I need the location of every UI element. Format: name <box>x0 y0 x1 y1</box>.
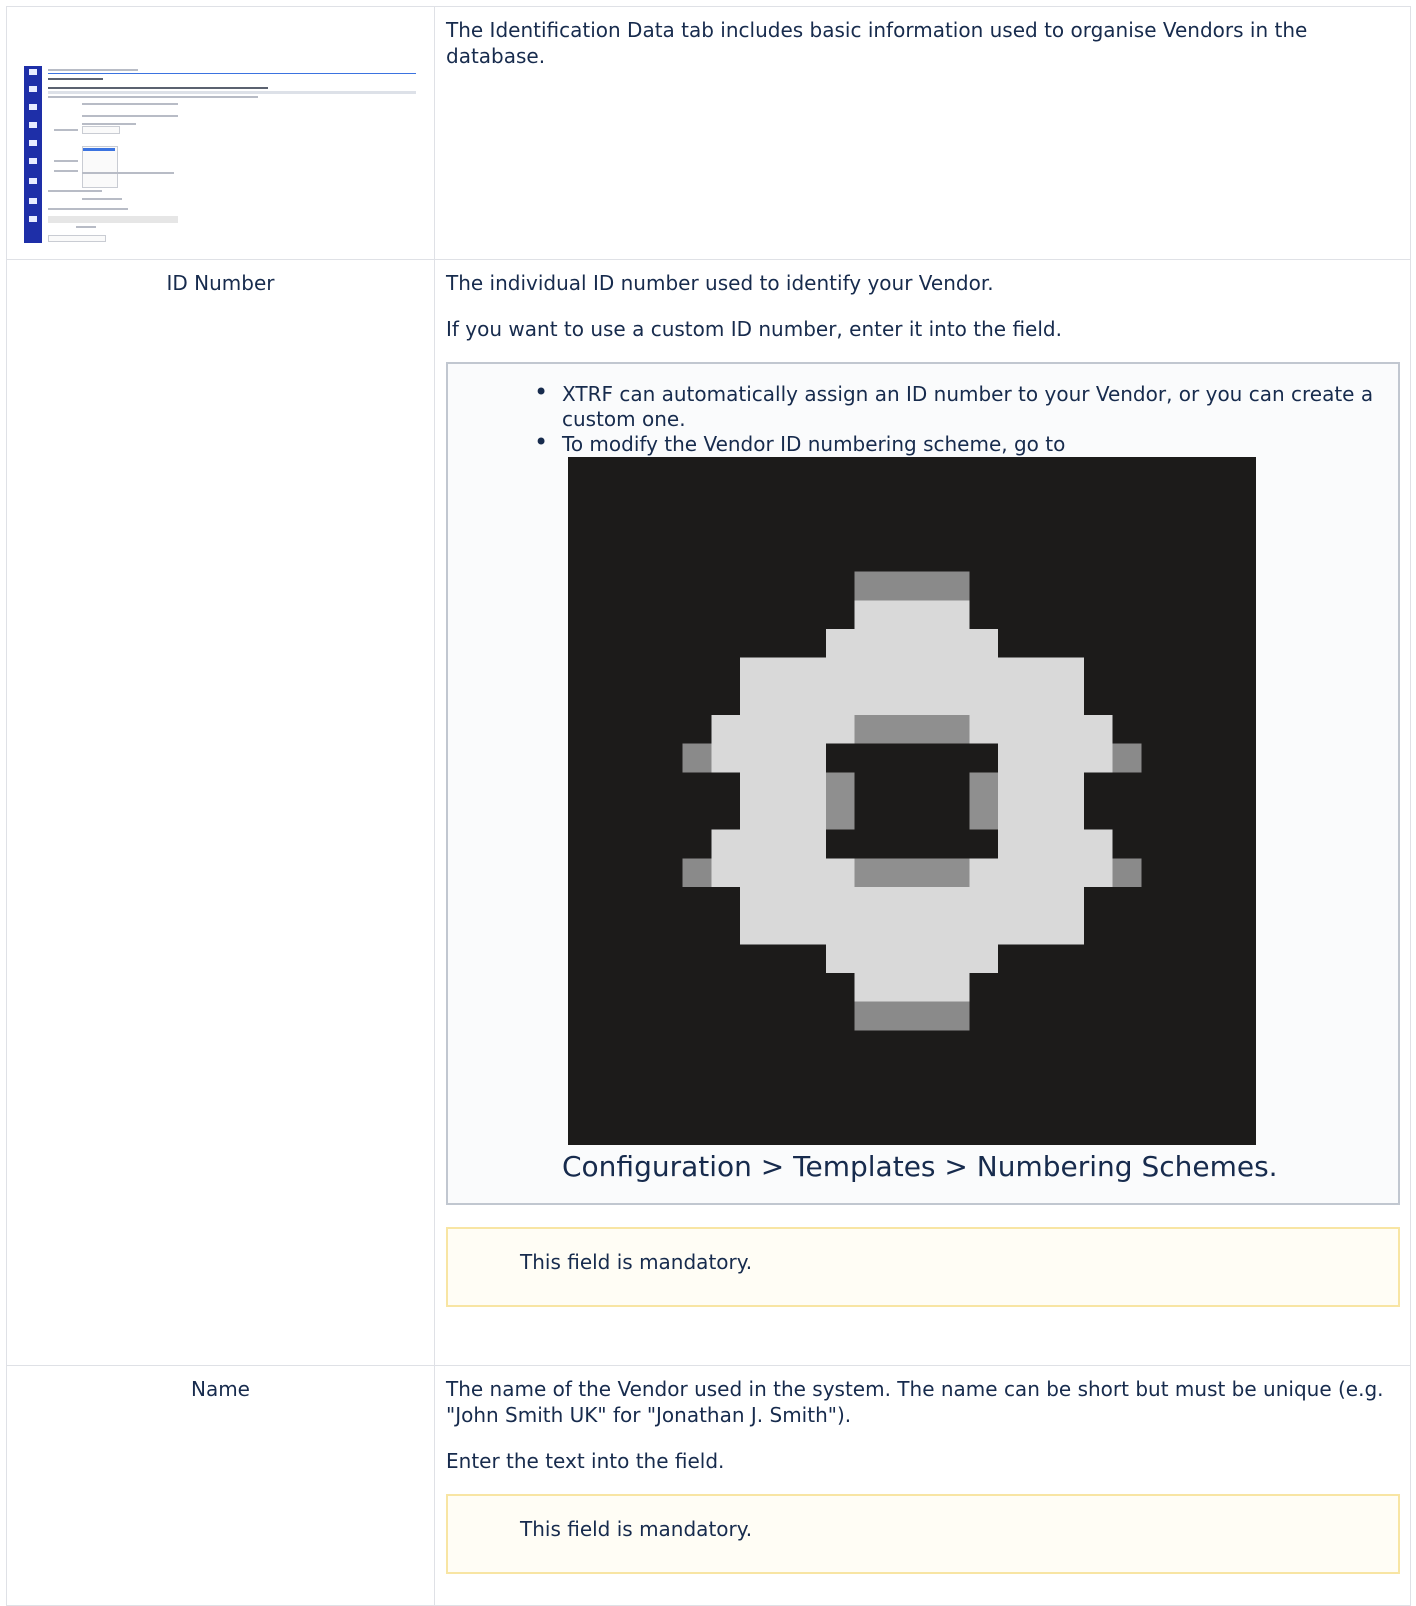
documentation-table: The Identification Data tab includes bas… <box>6 6 1411 1606</box>
mandatory-note: This field is mandatory. <box>446 1494 1400 1574</box>
label-cell: Name <box>6 1365 435 1606</box>
mandatory-note: This field is mandatory. <box>446 1227 1400 1307</box>
thumbnail-sidebar <box>24 66 42 243</box>
table-row: ID Number The individual ID number used … <box>6 259 1411 1366</box>
id-number-instruction: If you want to use a custom ID number, e… <box>446 317 1062 341</box>
id-number-content: The individual ID number used to identif… <box>434 259 1411 1366</box>
name-description: The name of the Vendor used in the syste… <box>446 1377 1384 1427</box>
name-instruction: Enter the text into the field. <box>446 1449 725 1473</box>
intro-description: The Identification Data tab includes bas… <box>446 18 1308 68</box>
info-item-text: To modify the Vendor ID numbering scheme… <box>562 432 1066 456</box>
intro-cell: The Identification Data tab includes bas… <box>434 6 1411 260</box>
info-item-text: XTRF can automatically assign an ID numb… <box>562 382 1374 431</box>
name-content: The name of the Vendor used in the syste… <box>434 1365 1411 1606</box>
id-number-description: The individual ID number used to identif… <box>446 271 994 295</box>
screenshot-cell <box>6 6 435 260</box>
vendor-screenshot-thumbnail <box>24 66 420 243</box>
table-row: Name The name of the Vendor used in the … <box>6 1365 1411 1606</box>
gear-icon <box>568 457 1256 1145</box>
info-item: To modify the Vendor ID numbering scheme… <box>534 430 1398 1185</box>
info-panel: XTRF can automatically assign an ID numb… <box>446 362 1400 1205</box>
field-label-id-number: ID Number <box>166 271 275 295</box>
mandatory-note-text: This field is mandatory. <box>520 1250 753 1274</box>
info-list: XTRF can automatically assign an ID numb… <box>448 380 1398 1185</box>
mandatory-note-text: This field is mandatory. <box>520 1517 753 1541</box>
configuration-path: Configuration > Templates > Numbering Sc… <box>562 1150 1278 1183</box>
table-row: The Identification Data tab includes bas… <box>6 6 1411 260</box>
field-label-name: Name <box>190 1377 250 1401</box>
label-cell: ID Number <box>6 259 435 1366</box>
info-item: XTRF can automatically assign an ID numb… <box>534 380 1398 432</box>
